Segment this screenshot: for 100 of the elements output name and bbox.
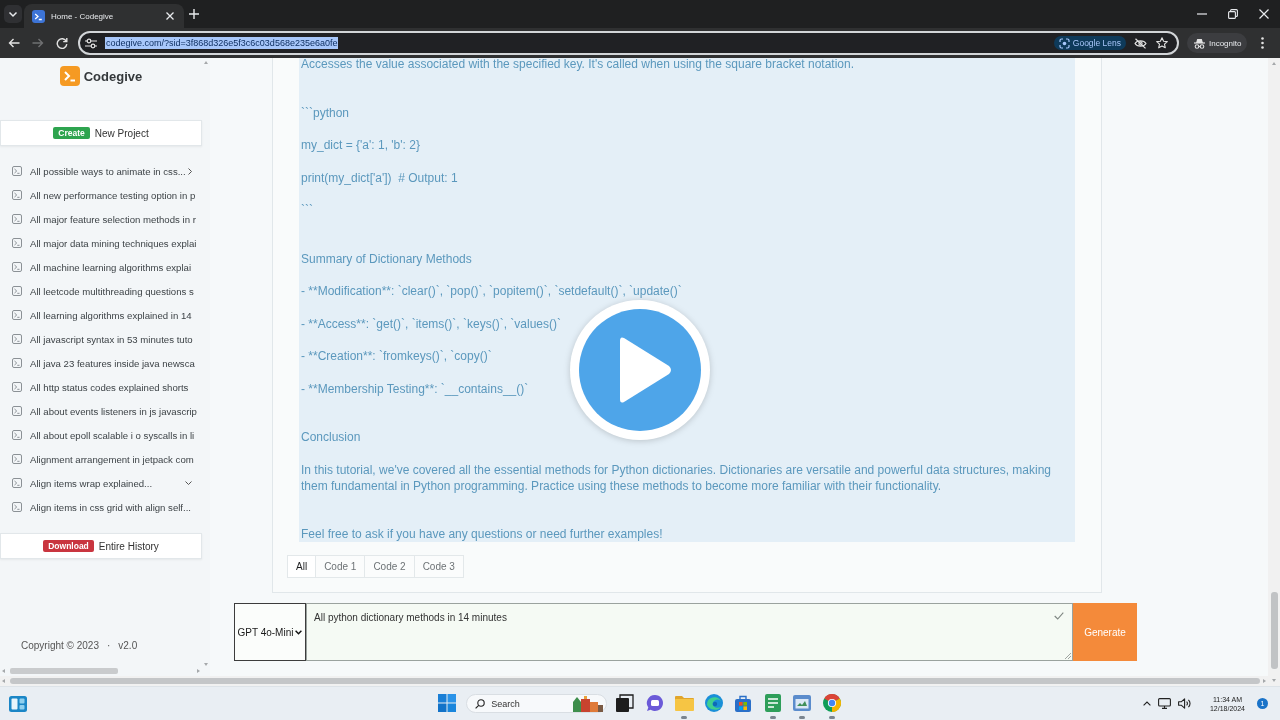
terminal-icon	[12, 430, 22, 440]
prompt-field[interactable]: All python dictionary methods in 14 minutes	[306, 603, 1073, 661]
text-line: Summary of Dictionary Methods	[301, 250, 473, 267]
tab[interactable]: All	[287, 555, 317, 578]
reload-icon[interactable]	[56, 37, 68, 49]
history-item[interactable]: All java 23 features inside java newsca	[0, 351, 202, 375]
vertical-scrollbar[interactable]	[1268, 58, 1280, 686]
lens-button[interactable]: Google Lens	[1053, 36, 1126, 50]
history-item[interactable]: All javascript syntax in 53 minutes tuto	[0, 327, 202, 351]
history-item[interactable]: Align items wrap explained...	[0, 471, 202, 495]
tune-icon[interactable]	[85, 37, 97, 49]
terminal-icon	[12, 454, 22, 464]
terminal-icon	[12, 310, 22, 320]
text-line: print(my_dict['a']) # Output: 1	[301, 169, 459, 186]
volume-icon[interactable]	[1177, 698, 1191, 709]
history-item[interactable]: Alignment arrangement in jetpack com	[0, 447, 202, 471]
text-line: In this tutorial, we've covered all the essential methods for Python dictionaries. Dictionaries are versatile and powerful data structures, making them fundamental in Python programming. Practice using these methods to become more familiar with their functionality.	[301, 461, 1052, 494]
history-item[interactable]: All new performance testing option in p	[0, 183, 202, 207]
check-icon	[1054, 612, 1064, 620]
tab[interactable]: Code 1	[315, 555, 366, 578]
terminal-icon	[12, 502, 22, 512]
history-item[interactable]: All possible ways to animate in css...	[0, 159, 202, 183]
terminal-icon	[32, 9, 45, 23]
terminal-icon	[12, 262, 22, 272]
text-line: Accesses the value associated with the specified key. It's called when using the square bracket notation.	[301, 58, 856, 72]
text-line: ```	[301, 202, 314, 218]
history-item[interactable]: All machine learning algorithms explai	[0, 255, 202, 279]
url-text[interactable]: codegive.com/?sid=3f868d326e5f3c6c03d568e235e6a0fe	[105, 37, 339, 49]
text-line: - **Modification**: `clear()`, `pop()`, `popitem()`, `setdefault()`, `update()`	[301, 283, 683, 299]
eye-off-icon[interactable]	[1134, 37, 1147, 49]
chevron-down-icon[interactable]	[185, 481, 192, 485]
text-line: - **Access**: `get()`, `items()`, `keys()`, `values()`	[301, 315, 562, 332]
star-icon[interactable]	[1156, 37, 1168, 49]
tab[interactable]: Code 2	[364, 555, 415, 578]
terminal-icon	[12, 406, 22, 416]
history-item[interactable]: All major feature selection methods in r	[0, 207, 202, 231]
terminal-icon	[12, 478, 22, 488]
logo-icon	[59, 66, 80, 86]
notepad-icon[interactable]	[764, 694, 781, 712]
separator-dot: ·	[106, 639, 111, 651]
text-line: ```python	[301, 104, 351, 121]
address-bar[interactable]: codegive.com/?sid=3f868d326e5f3c6c03d568e235e6a0fe Google Lens	[78, 31, 1179, 55]
terminal-icon	[12, 382, 22, 392]
download-tag: Download	[43, 540, 94, 552]
play-icon[interactable]	[570, 300, 710, 440]
history-item[interactable]: All major data mining techniques explai	[0, 231, 202, 255]
terminal-icon	[12, 190, 22, 200]
network-icon[interactable]	[1157, 698, 1171, 709]
caret-icon[interactable]	[4, 5, 22, 23]
window-icon[interactable]	[793, 694, 812, 712]
version-text: v2.0	[118, 639, 138, 651]
search-button[interactable]: Search	[466, 694, 608, 713]
illustration-icon	[573, 695, 604, 712]
logo-text: Codegive	[83, 68, 143, 84]
terminal-icon	[12, 358, 22, 368]
browser-icon[interactable]	[822, 694, 841, 712]
new-project-button[interactable]: Create New Project	[0, 120, 202, 146]
terminal-icon	[12, 238, 22, 248]
history-item[interactable]: All about events listeners in js javascrip	[0, 399, 202, 423]
more-icon[interactable]	[1261, 37, 1265, 49]
terminal-icon	[12, 334, 22, 344]
history-item[interactable]: Align items in css grid with align self...	[0, 495, 202, 519]
lens-icon	[1058, 37, 1070, 49]
model-select[interactable]: GPT 4o-Mini	[234, 603, 306, 661]
close-icon[interactable]	[1259, 9, 1269, 19]
text-line: my_dict = {'a': 1, 'b': 2}	[301, 137, 421, 153]
chat-icon[interactable]	[645, 694, 664, 712]
browser-icon[interactable]	[704, 694, 723, 712]
text-line: - **Membership Testing**: `__contains__()`	[301, 380, 530, 397]
history-item[interactable]: All learning algorithms explained in 14	[0, 303, 202, 327]
create-tag: Create	[53, 127, 90, 139]
download-history-button[interactable]: Download Entire History	[0, 533, 202, 559]
browser-tab[interactable]: Home - Codegive	[24, 4, 184, 28]
text-line: - **Creation**: `fromkeys()`, `copy()`	[301, 348, 493, 364]
text-line: Conclusion	[301, 429, 362, 445]
back-icon[interactable]	[8, 37, 20, 49]
history-item[interactable]: All leetcode multithreading questions s	[0, 279, 202, 303]
terminal-icon	[12, 214, 22, 224]
widgets-icon[interactable]	[9, 695, 27, 712]
store-icon[interactable]	[734, 694, 753, 712]
close-icon[interactable]	[166, 12, 174, 20]
horizontal-scrollbar[interactable]	[0, 676, 1268, 686]
history-item[interactable]: All http status codes explained shorts	[0, 375, 202, 399]
caret-icon	[295, 629, 303, 635]
tab[interactable]: Code 3	[413, 555, 464, 578]
chevron-right-icon	[187, 167, 192, 175]
history-item[interactable]: All about epoll scalable i o syscalls in li	[0, 423, 202, 447]
hat-glasses-icon	[1193, 37, 1206, 49]
text-line: Feel free to ask if you have any questions or need further examples!	[301, 526, 664, 542]
plus-icon[interactable]	[189, 9, 199, 19]
chevron-up-icon[interactable]	[1142, 701, 1151, 706]
start-icon[interactable]	[438, 694, 457, 712]
restore-icon[interactable]	[1228, 9, 1238, 19]
search-icon	[475, 698, 486, 709]
resize-handle[interactable]	[1065, 653, 1071, 659]
terminal-icon	[12, 286, 22, 296]
copyright-text: Copyright © 2023	[21, 639, 99, 651]
terminal-icon	[12, 166, 22, 176]
profile-button[interactable]: Incognito	[1187, 33, 1248, 53]
task-view-icon[interactable]	[616, 694, 635, 712]
